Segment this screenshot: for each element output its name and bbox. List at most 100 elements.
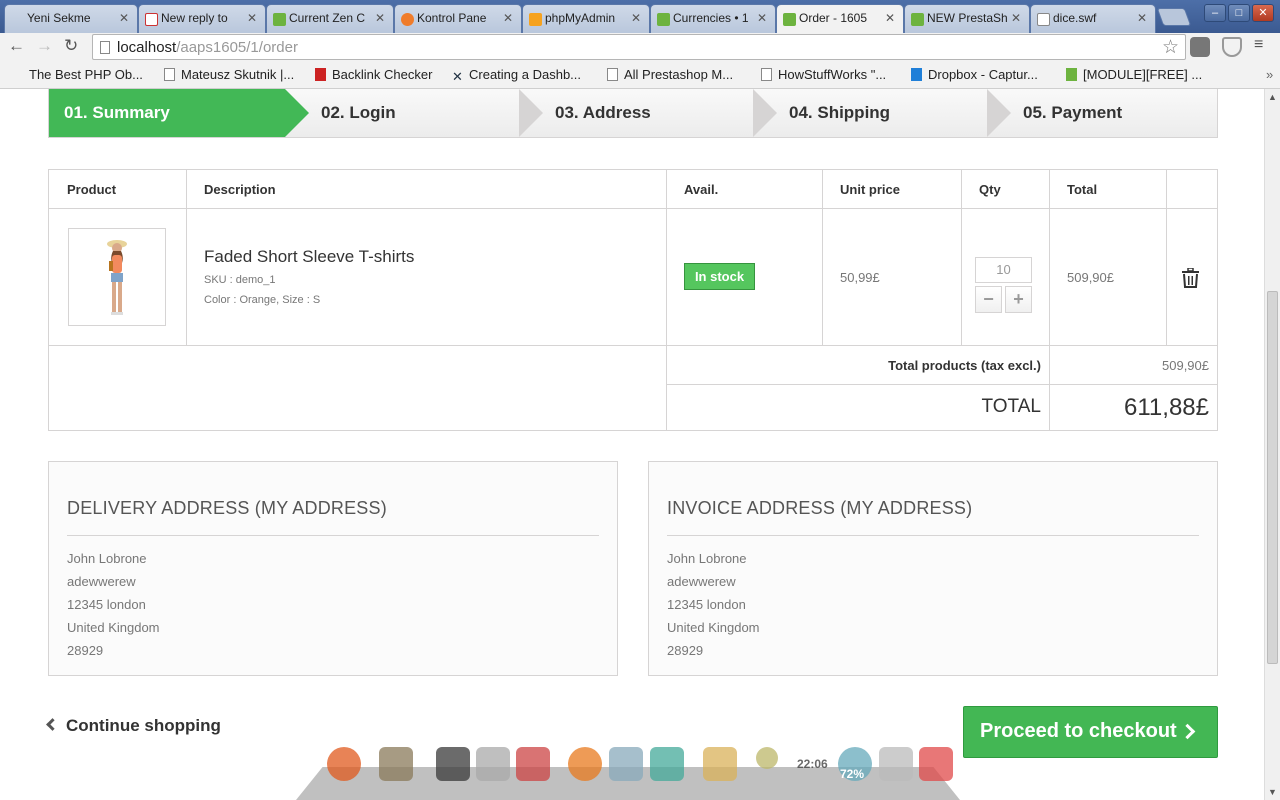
tab-label: Kontrol Pane <box>417 11 487 25</box>
quantity-decrease-button[interactable]: − <box>975 286 1002 313</box>
total-products-label: Total products (tax excl.) <box>888 358 1041 373</box>
bookmark-item[interactable]: Dropbox - Captur... <box>911 67 1038 82</box>
shield-icon[interactable] <box>1222 37 1242 57</box>
menu-icon[interactable]: ≡ <box>1254 36 1263 54</box>
browser-tab-bar: Yeni Sekme ✕ New reply to ✕ Current Zen … <box>0 0 1280 33</box>
tab-order[interactable]: Order - 1605 ✕ <box>776 4 904 33</box>
tab-gmail[interactable]: New reply to ✕ <box>138 4 266 33</box>
bookmark-item[interactable]: Mateusz Skutnik |... <box>164 67 294 82</box>
network-icon[interactable] <box>609 747 643 781</box>
bookmark-item[interactable]: The Best PHP Ob... <box>29 67 143 82</box>
close-window-icon[interactable]: ✕ <box>1252 4 1274 22</box>
bookmark-item[interactable]: Backlink Checker <box>315 67 432 82</box>
tab-new-prestashop[interactable]: NEW PrestaSh ✕ <box>904 4 1030 33</box>
bookmark-item[interactable]: ✕ Creating a Dashb... <box>452 67 581 84</box>
continue-shopping-link[interactable]: Continue shopping <box>46 716 221 736</box>
bookmark-item[interactable]: All Prestashop M... <box>607 67 733 82</box>
tab-kontrol-panel[interactable]: Kontrol Pane ✕ <box>394 4 522 33</box>
step-label: 03. Address <box>555 103 651 122</box>
minimize-icon[interactable]: – <box>1204 4 1226 22</box>
folder-icon[interactable] <box>703 747 737 781</box>
calculator-icon[interactable] <box>476 747 510 781</box>
quantity-input[interactable]: 10 <box>975 257 1032 283</box>
bookmark-label: Mateusz Skutnik |... <box>181 67 295 82</box>
page-icon <box>164 68 175 81</box>
quantity-increase-button[interactable]: + <box>1005 286 1032 313</box>
divider <box>1166 170 1167 345</box>
chrome-icon[interactable] <box>650 747 684 781</box>
page-icon <box>761 68 772 81</box>
vertical-scrollbar[interactable]: ▲ ▼ <box>1264 89 1280 800</box>
dock-clock: 22:06 <box>797 757 828 771</box>
bookmarks-overflow-icon[interactable]: » <box>1266 67 1273 82</box>
column-header-total: Total <box>1067 182 1098 197</box>
file-icon <box>1037 13 1050 26</box>
tab-yeni-sekme[interactable]: Yeni Sekme ✕ <box>4 4 138 33</box>
tab-label: phpMyAdmin <box>545 11 616 25</box>
total-products-value: 509,90£ <box>1162 358 1209 373</box>
maximize-icon[interactable]: □ <box>1228 4 1250 22</box>
tab-close-icon[interactable]: ✕ <box>1011 11 1021 25</box>
divider <box>822 170 823 345</box>
bookmark-label: The Best PHP Ob... <box>29 67 143 82</box>
status-icon[interactable] <box>756 747 778 769</box>
address-line: John Lobrone <box>67 551 147 566</box>
tab-label: New reply to <box>161 11 228 25</box>
step-label: 04. Shipping <box>789 103 891 122</box>
step-address[interactable]: 03. Address <box>555 89 755 137</box>
address-bar[interactable]: localhost/aaps1605/1/order ☆ <box>92 34 1186 60</box>
back-arrow-icon[interactable]: ← <box>8 36 25 56</box>
tab-currencies[interactable]: Currencies • 1 ✕ <box>650 4 776 33</box>
step-shipping[interactable]: 04. Shipping <box>789 89 989 137</box>
column-header-description: Description <box>204 182 276 197</box>
tab-close-icon[interactable]: ✕ <box>885 11 895 25</box>
ubuntu-icon[interactable] <box>327 747 361 781</box>
phpmyadmin-icon <box>529 13 542 26</box>
tab-current-zen[interactable]: Current Zen C ✕ <box>266 4 394 33</box>
scroll-up-icon[interactable]: ▲ <box>1268 92 1277 102</box>
step-summary[interactable]: 01. Summary <box>49 89 285 137</box>
tab-close-icon[interactable]: ✕ <box>119 11 129 25</box>
speaker-icon[interactable] <box>879 747 913 781</box>
new-tab-button[interactable] <box>1156 8 1192 26</box>
step-divider <box>285 89 309 137</box>
reload-icon[interactable]: ↻ <box>64 36 78 56</box>
trash-icon[interactable] <box>1182 268 1199 288</box>
tab-close-icon[interactable]: ✕ <box>757 11 767 25</box>
product-name-link[interactable]: Faded Short Sleeve T-shirts <box>204 247 414 267</box>
bookmark-star-icon[interactable]: ☆ <box>1162 36 1179 59</box>
scroll-down-icon[interactable]: ▼ <box>1268 787 1277 797</box>
scrollbar-thumb[interactable] <box>1267 291 1278 664</box>
divider <box>1049 170 1050 430</box>
divider <box>49 208 1217 209</box>
gimp-icon[interactable] <box>379 747 413 781</box>
tab-close-icon[interactable]: ✕ <box>631 11 641 25</box>
product-attributes[interactable]: Color : Orange, Size : S <box>204 294 320 306</box>
bookmark-label: Dropbox - Captur... <box>928 67 1038 82</box>
tab-dice-swf[interactable]: dice.swf ✕ <box>1030 4 1156 33</box>
tab-close-icon[interactable]: ✕ <box>503 11 513 25</box>
firefox-icon[interactable] <box>568 747 602 781</box>
extension-block-icon[interactable] <box>1190 37 1210 57</box>
tab-phpmyadmin[interactable]: phpMyAdmin ✕ <box>522 4 650 33</box>
bookmark-item[interactable]: HowStuffWorks "... <box>761 67 886 82</box>
presentation-icon[interactable] <box>516 747 550 781</box>
stock-badge: In stock <box>684 263 755 290</box>
step-payment[interactable]: 05. Payment <box>1023 89 1213 137</box>
forward-arrow-icon[interactable]: → <box>36 36 53 56</box>
terminal-icon[interactable] <box>436 747 470 781</box>
step-login[interactable]: 02. Login <box>321 89 521 137</box>
power-icon[interactable] <box>919 747 953 781</box>
tab-close-icon[interactable]: ✕ <box>1137 11 1147 25</box>
product-image[interactable] <box>68 228 166 326</box>
step-divider <box>753 89 777 137</box>
divider <box>186 170 187 345</box>
tab-label: NEW PrestaSh <box>927 11 1007 25</box>
tab-close-icon[interactable]: ✕ <box>247 11 257 25</box>
bookmark-item[interactable]: [MODULE][FREE] ... <box>1066 67 1202 82</box>
url-host: localhost <box>117 39 177 56</box>
tab-label: dice.swf <box>1053 11 1097 25</box>
continue-shopping-label: Continue shopping <box>66 716 221 735</box>
proceed-to-checkout-button[interactable]: Proceed to checkout <box>963 706 1218 758</box>
tab-close-icon[interactable]: ✕ <box>375 11 385 25</box>
